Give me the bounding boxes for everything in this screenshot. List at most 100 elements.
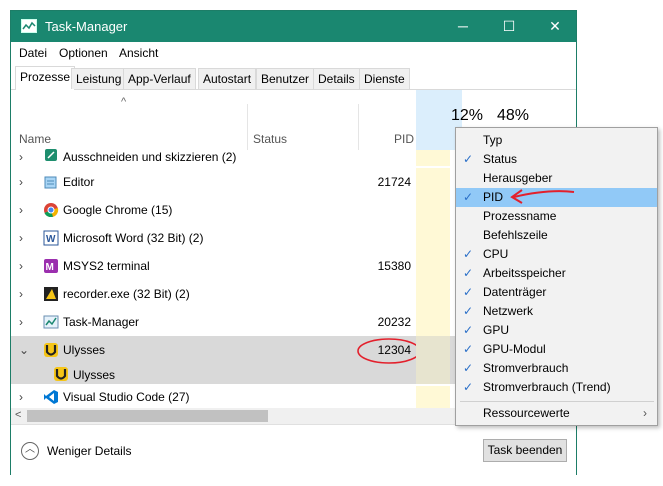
ctx-item-status[interactable]: ✓ Status bbox=[456, 150, 657, 169]
task-manager-icon bbox=[21, 19, 37, 33]
cpu-cell bbox=[416, 308, 450, 336]
process-name: Google Chrome (15) bbox=[63, 203, 173, 217]
ctx-label: PID bbox=[483, 190, 504, 204]
column-separator bbox=[358, 104, 359, 150]
cpu-cell bbox=[416, 252, 450, 280]
column-header-status[interactable]: Status bbox=[253, 132, 287, 146]
cpu-cell bbox=[416, 224, 450, 252]
checkmark-icon: ✓ bbox=[462, 190, 474, 204]
expand-chevron-icon[interactable]: › bbox=[19, 390, 23, 404]
menu-optionen[interactable]: Optionen bbox=[59, 46, 108, 60]
column-header-pid[interactable]: PID bbox=[394, 132, 414, 146]
scroll-left-icon[interactable]: < bbox=[15, 409, 21, 421]
process-name: Ausschneiden und skizzieren (2) bbox=[63, 150, 237, 164]
expand-chevron-icon[interactable]: › bbox=[19, 315, 23, 329]
column-separator bbox=[247, 104, 248, 150]
tab-details[interactable]: Details bbox=[313, 68, 360, 89]
checkmark-icon: ✓ bbox=[462, 304, 474, 318]
sort-arrow-icon: ^ bbox=[121, 96, 127, 108]
expand-chevron-icon[interactable]: › bbox=[19, 203, 23, 217]
chrome-icon bbox=[44, 203, 59, 218]
ctx-item-netzwerk[interactable]: ✓ Netzwerk bbox=[456, 302, 657, 321]
menu-separator bbox=[460, 401, 654, 402]
process-pid: 15380 bbox=[377, 259, 411, 273]
process-name: Microsoft Word (32 Bit) (2) bbox=[63, 231, 204, 245]
ctx-item-pid[interactable]: ✓ PID bbox=[456, 188, 657, 207]
maximize-button[interactable]: ☐ bbox=[486, 11, 532, 42]
ctx-label: Ressourcewerte bbox=[483, 406, 570, 420]
ulysses-icon bbox=[54, 367, 68, 381]
ctx-label: Prozessname bbox=[483, 209, 557, 223]
cpu-cell bbox=[416, 336, 450, 384]
tab-prozesse[interactable]: Prozesse bbox=[15, 66, 76, 90]
menu-datei[interactable]: Datei bbox=[19, 46, 47, 60]
column-header-name[interactable]: Name bbox=[19, 132, 51, 146]
recorder-icon bbox=[44, 287, 58, 301]
checkmark-icon: ✓ bbox=[462, 323, 474, 337]
ctx-item-cpu[interactable]: ✓ CPU bbox=[456, 245, 657, 264]
ctx-item-typ[interactable]: Typ bbox=[456, 131, 657, 150]
checkmark-icon: ✓ bbox=[462, 266, 474, 280]
tab-dienste[interactable]: Dienste bbox=[359, 68, 410, 89]
process-name: Task-Manager bbox=[63, 315, 140, 329]
process-name: Visual Studio Code (27) bbox=[63, 390, 190, 404]
menu-ansicht[interactable]: Ansicht bbox=[119, 46, 158, 60]
checkmark-icon: ✓ bbox=[462, 152, 474, 166]
ctx-item-gpu[interactable]: ✓ GPU bbox=[456, 321, 657, 340]
ctx-item-stromverbrauch-trend[interactable]: ✓ Stromverbrauch (Trend) bbox=[456, 378, 657, 397]
word-icon: W bbox=[43, 230, 59, 246]
process-name: Editor bbox=[63, 175, 95, 189]
ctx-item-datentraeger[interactable]: ✓ Datenträger bbox=[456, 283, 657, 302]
process-name: MSYS2 terminal bbox=[63, 259, 150, 273]
expand-chevron-icon[interactable]: › bbox=[19, 150, 23, 164]
ctx-label: Stromverbrauch bbox=[483, 361, 569, 375]
ctx-item-prozessname[interactable]: Prozessname bbox=[456, 207, 657, 226]
cpu-cell bbox=[416, 196, 450, 224]
ctx-item-befehlszeile[interactable]: Befehlszeile bbox=[456, 226, 657, 245]
svg-text:M: M bbox=[46, 262, 54, 273]
cpu-cell bbox=[416, 168, 450, 196]
ctx-label: Stromverbrauch (Trend) bbox=[483, 380, 611, 394]
process-name: Ulysses bbox=[73, 368, 116, 382]
menu-bar: Datei Optionen Ansicht bbox=[11, 42, 576, 64]
snip-icon bbox=[45, 149, 57, 161]
taskmanager-icon bbox=[43, 315, 59, 329]
title-bar[interactable]: Task-Manager ─ ☐ ✕ bbox=[11, 11, 576, 42]
process-pid: 21724 bbox=[377, 175, 411, 189]
checkmark-icon: ✓ bbox=[462, 380, 474, 394]
expand-chevron-icon[interactable]: › bbox=[19, 175, 23, 189]
column-header-memory[interactable]: 48% bbox=[497, 107, 529, 125]
expand-chevron-icon[interactable]: › bbox=[19, 231, 23, 245]
cpu-cell bbox=[416, 150, 450, 166]
process-pid: 20232 bbox=[377, 315, 411, 329]
expand-chevron-icon[interactable]: › bbox=[19, 259, 23, 273]
process-name: recorder.exe (32 Bit) (2) bbox=[63, 287, 190, 301]
submenu-arrow-icon: › bbox=[643, 406, 647, 420]
ctx-label: Arbeitsspeicher bbox=[483, 266, 566, 280]
column-header-cpu[interactable]: 12% bbox=[451, 107, 483, 125]
ctx-label: GPU-Modul bbox=[483, 342, 546, 356]
tab-leistung[interactable]: Leistung bbox=[71, 68, 127, 89]
tab-benutzer[interactable]: Benutzer bbox=[256, 68, 315, 89]
ctx-item-ressourcewerte[interactable]: Ressourcewerte › bbox=[456, 404, 657, 423]
window-title: Task-Manager bbox=[45, 19, 128, 34]
tab-autostart[interactable]: Autostart bbox=[198, 68, 257, 89]
msys2-icon: M bbox=[44, 259, 58, 273]
scrollbar-thumb[interactable] bbox=[27, 410, 268, 422]
tab-bar: Prozesse Leistung App-Verlauf Autostart … bbox=[11, 64, 576, 90]
end-task-button[interactable]: Task beenden bbox=[483, 439, 567, 462]
chevron-up-circle-icon[interactable]: ︿ bbox=[21, 442, 39, 460]
minimize-button[interactable]: ─ bbox=[440, 11, 486, 42]
pid-annotation-circle bbox=[357, 338, 421, 364]
ctx-item-arbeitsspeicher[interactable]: ✓ Arbeitsspeicher bbox=[456, 264, 657, 283]
ctx-item-gpu-modul[interactable]: ✓ GPU-Modul bbox=[456, 340, 657, 359]
expand-chevron-icon[interactable]: › bbox=[19, 287, 23, 301]
svg-text:W: W bbox=[46, 234, 56, 245]
close-button[interactable]: ✕ bbox=[532, 11, 578, 42]
ctx-item-stromverbrauch[interactable]: ✓ Stromverbrauch bbox=[456, 359, 657, 378]
checkmark-icon: ✓ bbox=[462, 342, 474, 356]
notepad-icon bbox=[44, 176, 57, 189]
tab-app-verlauf[interactable]: App-Verlauf bbox=[123, 68, 196, 89]
collapse-chevron-icon[interactable]: ⌄ bbox=[19, 343, 29, 357]
fewer-details-link[interactable]: Weniger Details bbox=[47, 444, 131, 458]
